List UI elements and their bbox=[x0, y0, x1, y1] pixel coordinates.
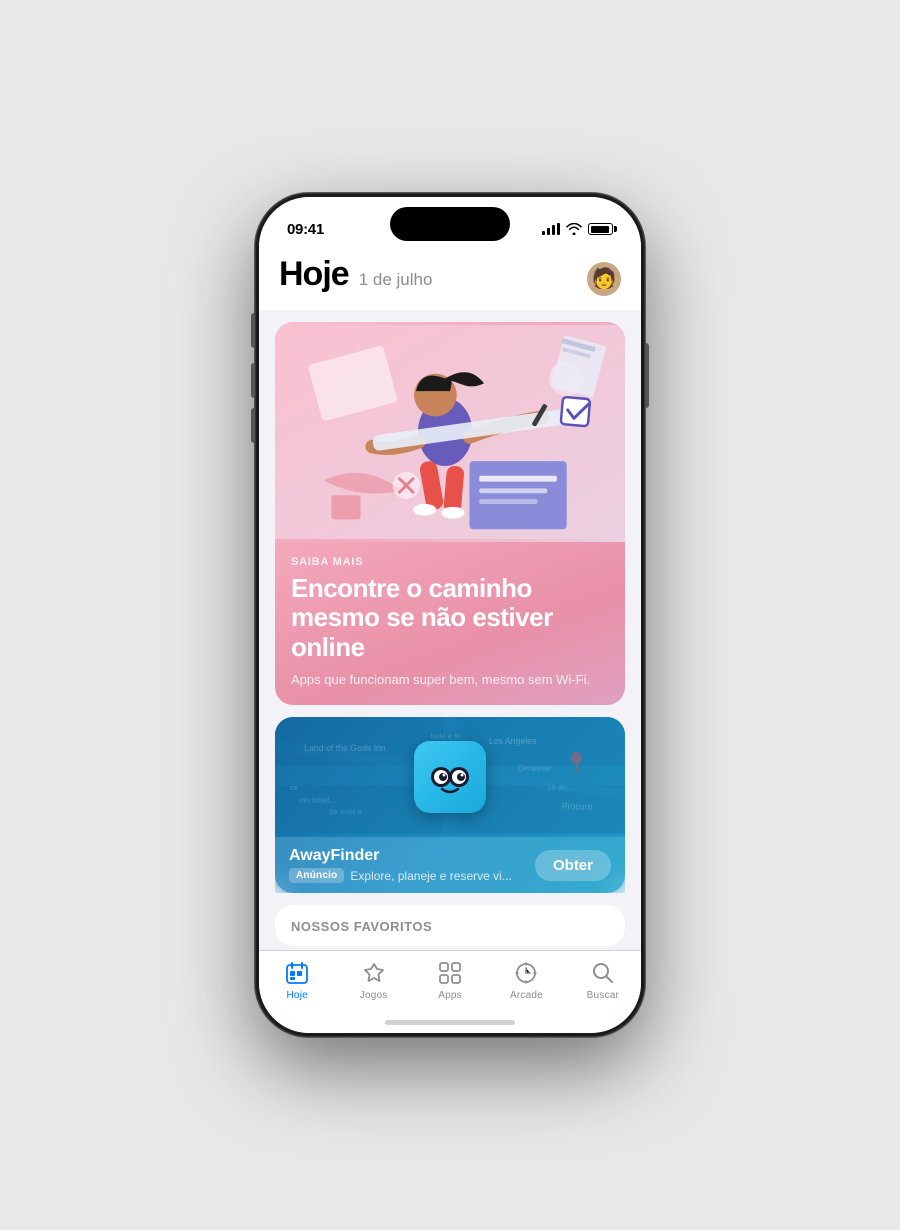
status-bar: 09:41 bbox=[259, 197, 641, 247]
svg-text:Land of the Gods Inn: Land of the Gods Inn bbox=[304, 743, 386, 753]
phone-screen: 09:41 Hoje 1 de j bbox=[259, 197, 641, 1033]
phone-frame: 09:41 Hoje 1 de j bbox=[255, 193, 645, 1037]
section-title: NOSSOS FAVORITOS bbox=[275, 905, 625, 946]
wifi-icon bbox=[566, 223, 582, 235]
dynamic-island bbox=[390, 207, 510, 241]
get-button[interactable]: Obter bbox=[535, 850, 611, 881]
svg-text:Sa todo e: Sa todo e bbox=[328, 808, 361, 817]
tab-apps-label: Apps bbox=[438, 990, 462, 1001]
svg-text:todo e to...: todo e to... bbox=[431, 732, 468, 741]
featured-label: SAIBA MAIS bbox=[291, 556, 609, 568]
tab-arcade-icon bbox=[512, 959, 540, 987]
section-card: NOSSOS FAVORITOS bbox=[275, 905, 625, 946]
status-time: 09:41 bbox=[287, 221, 324, 238]
tab-hoje-icon bbox=[283, 959, 311, 987]
tab-hoje-label: Hoje bbox=[287, 990, 308, 1001]
ad-banner: Land of the Gods Inn Los Angeles Denpasa… bbox=[275, 717, 625, 837]
page-header: Hoje 1 de julho 🧑 bbox=[259, 247, 641, 310]
main-scroll[interactable]: Hoje 1 de julho 🧑 bbox=[259, 247, 641, 950]
ad-info: AwayFinder Anúncio Explore, planeje e re… bbox=[275, 837, 625, 893]
featured-illustration bbox=[275, 322, 625, 542]
signal-icon bbox=[542, 223, 560, 235]
ad-badge: Anúncio bbox=[289, 868, 344, 883]
ad-card[interactable]: Land of the Gods Inn Los Angeles Denpasa… bbox=[275, 717, 625, 893]
tab-apps[interactable]: Apps bbox=[412, 959, 488, 1001]
featured-headline: Encontre o caminho mesmo se não estiver … bbox=[291, 574, 609, 664]
header-left: Hoje 1 de julho bbox=[279, 255, 432, 294]
svg-text:Procure: Procure bbox=[562, 802, 593, 812]
tab-arcade[interactable]: Arcade bbox=[488, 959, 564, 1001]
ad-description: Explore, planeje e reserve vi... bbox=[350, 869, 511, 883]
ad-app-name: AwayFinder bbox=[289, 847, 535, 865]
featured-card[interactable]: SAIBA MAIS Encontre o caminho mesmo se n… bbox=[275, 322, 625, 706]
tab-buscar-label: Buscar bbox=[587, 990, 619, 1001]
battery-icon bbox=[588, 223, 613, 235]
svg-text:um hotel...: um hotel... bbox=[299, 796, 335, 805]
svg-text:Denpasar: Denpasar bbox=[518, 764, 552, 773]
tab-arcade-label: Arcade bbox=[510, 990, 543, 1001]
ad-app-icon bbox=[414, 741, 486, 813]
status-icons bbox=[542, 223, 613, 235]
page-title: Hoje bbox=[279, 255, 349, 294]
avatar[interactable]: 🧑 bbox=[587, 262, 621, 296]
svg-text:ce: ce bbox=[290, 783, 298, 792]
tab-apps-icon bbox=[436, 959, 464, 987]
tab-buscar[interactable]: Buscar bbox=[565, 959, 641, 1001]
featured-text-area: SAIBA MAIS Encontre o caminho mesmo se n… bbox=[275, 542, 625, 706]
ad-info-left: AwayFinder Anúncio Explore, planeje e re… bbox=[289, 847, 535, 883]
ad-badges: Anúncio Explore, planeje e reserve vi... bbox=[289, 868, 535, 883]
tab-hoje[interactable]: Hoje bbox=[259, 959, 335, 1001]
svg-text:15 de...: 15 de... bbox=[547, 783, 573, 792]
header-date: 1 de julho bbox=[359, 270, 433, 290]
home-indicator bbox=[385, 1020, 515, 1025]
tab-buscar-icon bbox=[589, 959, 617, 987]
svg-text:Los Angeles: Los Angeles bbox=[489, 737, 537, 747]
featured-subtitle: Apps que funcionam super bem, mesmo sem … bbox=[291, 671, 609, 689]
tab-jogos-label: Jogos bbox=[360, 990, 388, 1001]
tab-jogos-icon bbox=[360, 959, 388, 987]
tab-jogos[interactable]: Jogos bbox=[335, 959, 411, 1001]
